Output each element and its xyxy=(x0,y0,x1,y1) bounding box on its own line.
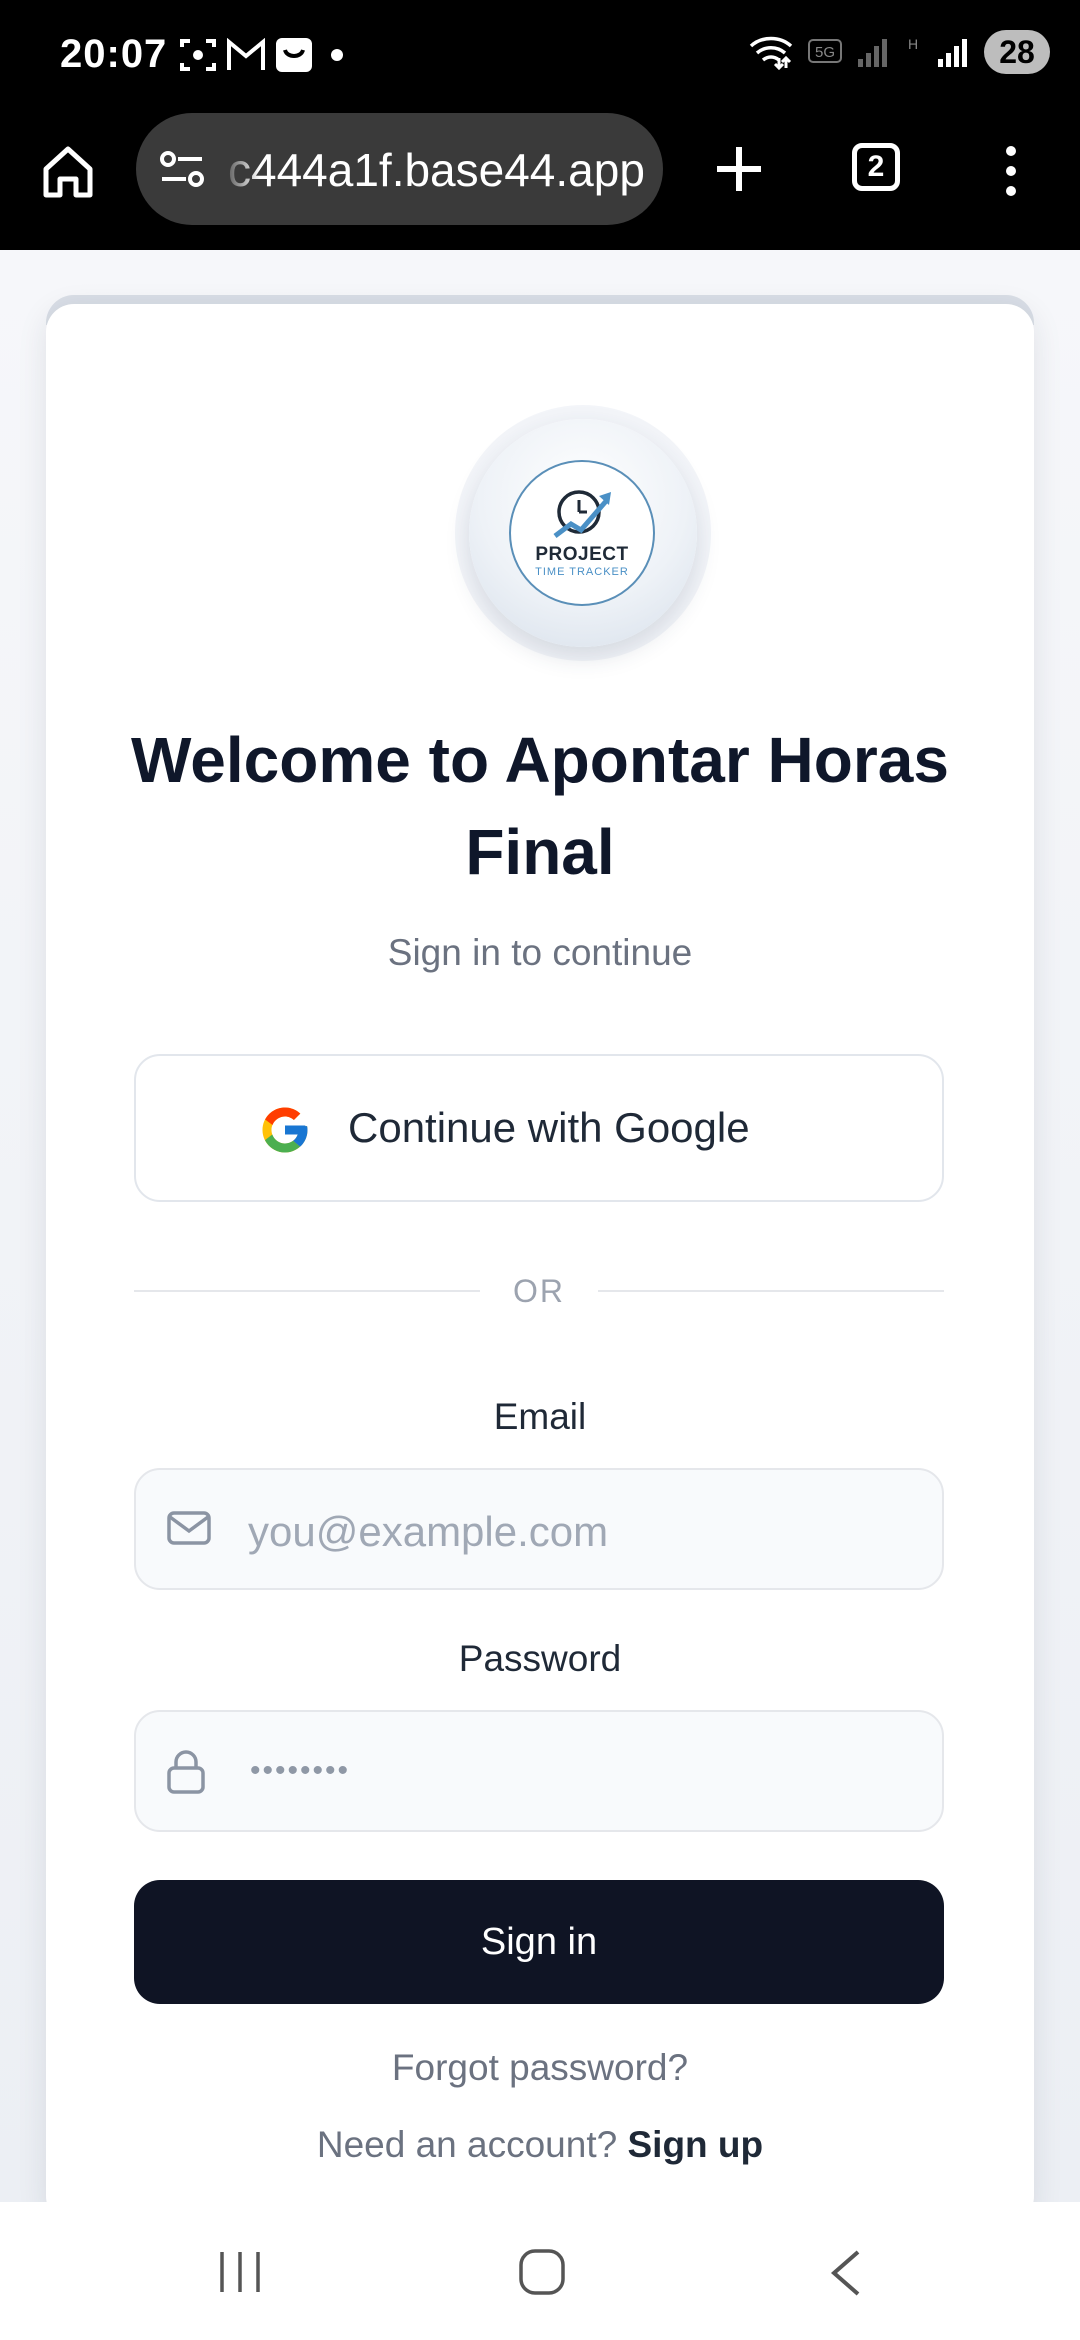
nav-home-icon[interactable] xyxy=(518,2248,566,2296)
login-card: PROJECT TIME TRACKER Welcome to Apontar … xyxy=(46,304,1034,2224)
divider-line-left xyxy=(134,1290,480,1292)
screenshot-icon xyxy=(180,39,216,71)
network-h-icon: H xyxy=(908,36,918,52)
status-time: 20:07 xyxy=(60,32,168,76)
logo-badge: PROJECT TIME TRACKER xyxy=(469,419,697,647)
password-field[interactable]: •••••••• xyxy=(134,1710,944,1832)
dot-icon xyxy=(331,49,343,61)
signin-button[interactable]: Sign in xyxy=(134,1880,944,2004)
logo-title: PROJECT xyxy=(535,544,629,565)
password-label: Password xyxy=(458,1638,622,1679)
forgot-password-link[interactable]: Forgot password? xyxy=(106,2047,974,2089)
system-icons: 5G H 28 xyxy=(748,30,1050,74)
gmail-icon xyxy=(227,38,265,70)
back-icon[interactable] xyxy=(826,2248,866,2298)
url-fade xyxy=(220,123,260,213)
google-signin-button[interactable]: Continue with Google xyxy=(134,1054,944,1202)
notification-icons xyxy=(178,36,352,74)
more-menu-icon[interactable] xyxy=(996,141,1026,201)
recents-icon[interactable] xyxy=(217,2250,263,2294)
network-5g-icon: 5G xyxy=(808,39,842,63)
email-label: Email xyxy=(493,1396,587,1437)
site-settings-icon[interactable] xyxy=(158,147,208,191)
page-content: PROJECT TIME TRACKER Welcome to Apontar … xyxy=(0,250,1080,2224)
signup-prompt: Need an account? Sign up xyxy=(106,2124,974,2166)
signal-strong-icon xyxy=(938,39,967,67)
svg-text:5G: 5G xyxy=(815,44,835,61)
divider-line-right xyxy=(598,1290,944,1292)
wifi-icon xyxy=(749,36,793,70)
battery-indicator: 28 xyxy=(984,30,1050,74)
tab-switcher-button[interactable]: 2 xyxy=(852,143,900,191)
address-bar[interactable]: c444a1f.base44.app xyxy=(136,113,663,225)
logo-subtitle: TIME TRACKER xyxy=(535,566,629,578)
shop-icon xyxy=(276,38,312,72)
lock-icon xyxy=(167,1750,205,1794)
signal-weak-icon xyxy=(858,39,887,67)
email-field[interactable]: you@example.com xyxy=(134,1468,944,1590)
home-icon[interactable] xyxy=(38,141,98,201)
url-text: c444a1f.base44.app xyxy=(228,144,645,196)
password-placeholder: •••••••• xyxy=(250,1754,351,1787)
status-bar: 20:07 5G H 28 xyxy=(0,0,1080,113)
divider-or: OR xyxy=(513,1273,565,1309)
page-title: Welcome to Apontar Horas Final xyxy=(131,724,949,888)
need-account-text: Need an account? xyxy=(316,2124,618,2165)
browser-toolbar: c444a1f.base44.app 2 xyxy=(0,113,1080,250)
email-placeholder: you@example.com xyxy=(248,1508,609,1555)
system-nav-bar xyxy=(0,2202,1080,2340)
clock-arrow-icon xyxy=(553,490,611,538)
google-button-label: Continue with Google xyxy=(348,1104,750,1151)
google-icon xyxy=(262,1107,308,1153)
page-subtitle: Sign in to continue xyxy=(387,932,693,973)
svg-text:H: H xyxy=(908,36,918,52)
new-tab-icon[interactable] xyxy=(707,137,771,201)
mail-icon xyxy=(167,1511,211,1545)
app-logo: PROJECT TIME TRACKER xyxy=(509,460,655,606)
signup-link[interactable]: Sign up xyxy=(627,2124,763,2165)
